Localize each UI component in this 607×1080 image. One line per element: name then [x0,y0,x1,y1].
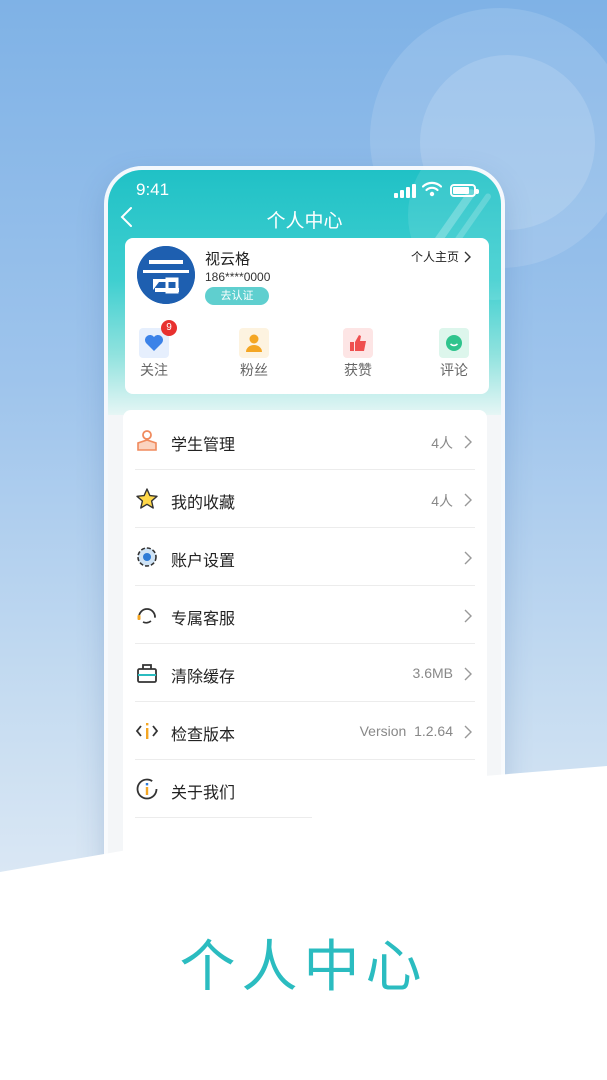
menu-label: 账户设置 [171,551,236,570]
chevron-right-icon [464,783,472,797]
menu-label: 检查版本 [171,725,236,744]
stat-fans[interactable]: 粉丝 [224,328,284,380]
page-title: 个人中心 [266,210,343,232]
student-icon [137,430,157,451]
person-icon [239,328,269,358]
menu-value: 4人 [431,493,453,509]
chevron-right-icon [464,551,472,565]
info-icon [136,778,158,800]
star-icon [136,488,158,509]
toolbox-icon [137,664,157,683]
menu-item-check-version[interactable]: 检查版本 Version 1.2.64 [135,702,475,760]
menu-value: 3.6MB [412,665,453,681]
battery-icon [450,184,479,197]
wifi-icon [422,181,442,197]
menu-label: 专属客服 [171,609,236,628]
chevron-right-icon [464,609,472,623]
gear-icon [137,547,157,567]
menu-card: 学生管理 4人 我的收藏 4人 账户设置 专属客服 清除缓存 3.6MB 检查版… [123,410,487,930]
signal-icon [394,184,416,198]
menu-value: 4人 [431,435,453,451]
homepage-link[interactable]: 个人主页 [411,248,472,265]
phone-frame: 9:41 个人中心 视云格 186****0000 去认证 个人主页 9 关注 … [108,170,501,930]
stat-label: 关注 [140,363,168,379]
user-name: 视云格 [205,250,251,268]
stat-comments[interactable]: 评论 [424,328,484,380]
chevron-right-icon [464,725,472,739]
menu-label: 清除缓存 [171,667,236,686]
user-phone: 186****0000 [205,270,271,284]
slogan-text: 个人中心 [179,935,428,1000]
cloud-logo-icon [137,246,195,304]
heart-icon: 9 [139,320,177,358]
stat-label: 获赞 [344,363,372,379]
stat-following[interactable]: 9 关注 [124,320,184,380]
menu-label: 我的收藏 [171,493,236,512]
menu-label: 学生管理 [171,435,236,454]
thumbs-up-icon [343,328,373,358]
stat-label: 粉丝 [240,363,268,379]
menu-item-about-us[interactable]: 关于我们 [135,760,475,818]
chevron-right-icon [464,251,472,262]
chevron-right-icon [464,667,472,681]
menu-label: 关于我们 [171,783,236,802]
status-time: 9:41 [136,180,170,199]
menu-item-clear-cache[interactable]: 清除缓存 3.6MB [135,644,475,702]
avatar[interactable] [137,246,195,304]
menu-item-student-management[interactable]: 学生管理 4人 [135,412,475,470]
notification-badge: 9 [161,320,177,336]
stat-likes[interactable]: 获赞 [328,328,388,380]
chevron-right-icon [464,435,472,449]
stat-label: 评论 [440,363,468,379]
homepage-label: 个人主页 [411,250,460,264]
code-info-icon [135,723,159,739]
menu-item-customer-service[interactable]: 专属客服 [135,586,475,644]
menu-item-account-settings[interactable]: 账户设置 [135,528,475,586]
profile-card: 视云格 186****0000 去认证 个人主页 9 关注 粉丝 获赞 评论 [125,238,489,394]
menu-item-favorites[interactable]: 我的收藏 4人 [135,470,475,528]
comment-icon [439,328,469,358]
verify-button[interactable]: 去认证 [205,287,269,305]
chevron-right-icon [464,493,472,507]
menu-value: Version 1.2.64 [359,723,453,739]
headset-icon [137,608,156,624]
status-bar: 9:41 [108,178,501,202]
